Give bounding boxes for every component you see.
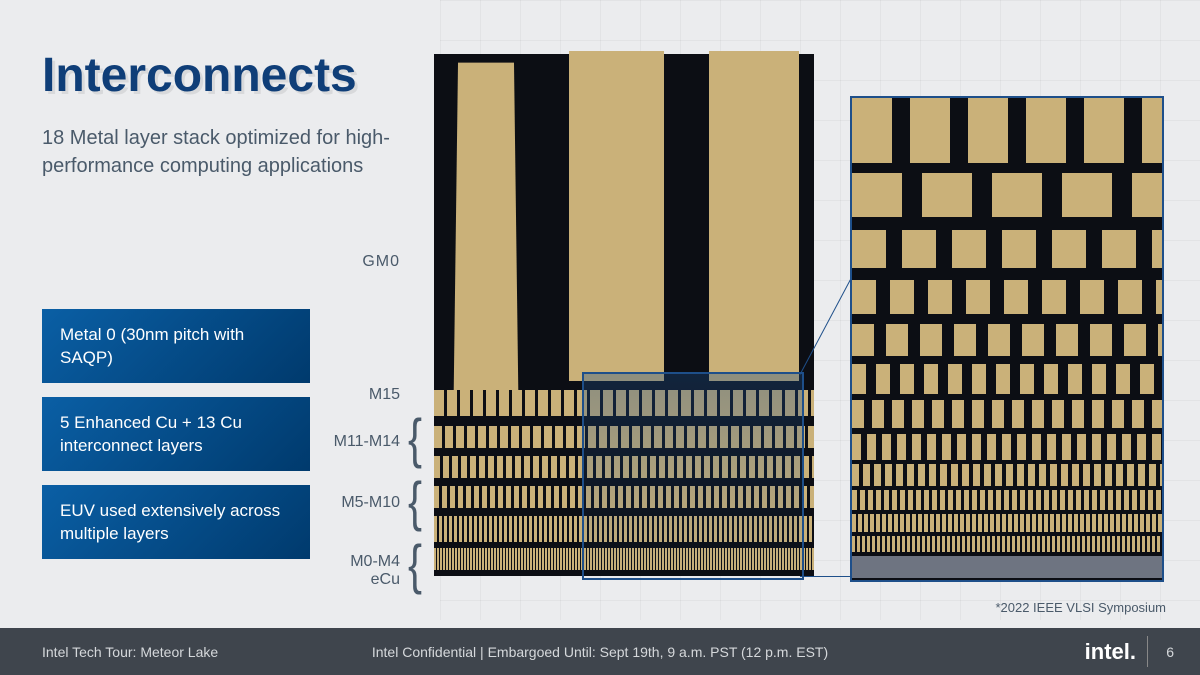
footer-bar: Intel Tech Tour: Meteor Lake Intel Confi… [0,628,1200,675]
brace-icon: { [408,408,422,470]
label-gm0: GM0 [330,253,400,271]
footer-divider [1147,636,1148,667]
callout-euv: EUV used extensively across multiple lay… [42,485,310,559]
intel-logo: intel. [1085,639,1136,665]
label-m0-m4: M0-M4 eCu [330,553,400,589]
cross-section-image [434,54,814,576]
brace-icon: { [408,534,422,596]
slide: Interconnects 18 Metal layer stack optim… [0,0,1200,675]
label-m15: M15 [330,386,400,404]
footer-left: Intel Tech Tour: Meteor Lake [42,644,218,660]
slide-title: Interconnects [42,48,357,103]
footer-center: Intel Confidential | Embargoed Until: Se… [372,644,828,660]
callout-cu-layers: 5 Enhanced Cu + 13 Cu interconnect layer… [42,397,310,471]
slide-subtitle: 18 Metal layer stack optimized for high-… [42,124,422,180]
brace-icon: { [408,471,422,533]
footnote: *2022 IEEE VLSI Symposium [995,600,1166,615]
page-number: 6 [1166,644,1174,660]
zoom-inset-image [850,96,1164,582]
label-m11-m14: M11-M14 [330,433,400,451]
callout-metal0: Metal 0 (30nm pitch with SAQP) [42,309,310,383]
label-m5-m10: M5-M10 [330,494,400,512]
